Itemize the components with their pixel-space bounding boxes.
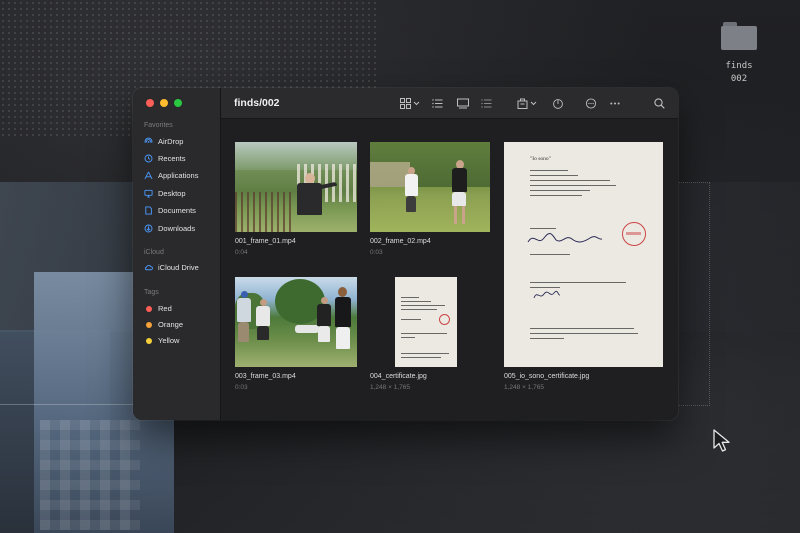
file-name[interactable]: 003_frame_03.mp4 (235, 373, 296, 380)
sidebar-section-favorites: Favorites (144, 122, 173, 129)
window-controls (146, 99, 182, 107)
tag-color-dot (146, 337, 152, 344)
sidebar-item-label: iCloud Drive (158, 263, 199, 272)
file-name[interactable]: 001_frame_01.mp4 (235, 238, 296, 245)
clock-icon (144, 154, 153, 163)
sidebar-item-label: Red (158, 304, 172, 313)
sidebar-item-label: Documents (158, 206, 196, 215)
grid-view-icon (400, 97, 411, 109)
download-icon (144, 224, 153, 233)
sidebar-item-recents[interactable]: Recents (144, 151, 214, 166)
file-duration: 0:03 (370, 249, 383, 256)
sidebar-tag-orange[interactable]: Orange (144, 317, 214, 332)
search-icon (654, 97, 665, 109)
sidebar-item-label: Recents (158, 154, 186, 163)
desktop-folder[interactable]: finds 002 (712, 22, 766, 86)
gallery-view-icon (457, 98, 469, 108)
sidebar-item-label: Orange (158, 320, 184, 329)
more-icon (610, 101, 620, 105)
chevron-down-icon (413, 101, 420, 105)
tag-icon (585, 97, 597, 109)
gallery-view-button[interactable] (457, 97, 469, 109)
list-view-icon (432, 98, 443, 108)
sidebar-section-tags: Tags (144, 289, 159, 296)
file-thumbnail-video[interactable] (370, 142, 490, 232)
sidebar-item-desktop[interactable]: Desktop (144, 186, 214, 201)
folder-icon (721, 22, 757, 50)
column-view-button[interactable] (481, 97, 492, 109)
tag-button[interactable] (585, 97, 597, 109)
search-button[interactable] (654, 97, 665, 109)
share-button[interactable] (552, 97, 564, 109)
toolbar: finds/002 (221, 88, 678, 119)
more-button[interactable] (609, 97, 621, 109)
group-icon (517, 98, 528, 109)
sidebar-item-downloads[interactable]: Downloads (144, 221, 214, 236)
chevron-down-icon (530, 101, 537, 105)
file-thumbnail-video[interactable] (235, 277, 357, 367)
column-view-icon (481, 98, 492, 108)
sidebar-item-label: AirDrop (158, 137, 184, 146)
file-thumbnail-video[interactable] (235, 142, 357, 232)
airdrop-icon (144, 137, 153, 144)
sidebar-item-documents[interactable]: Documents (144, 203, 214, 218)
close-button[interactable] (146, 99, 154, 107)
window-title: finds/002 (234, 97, 280, 109)
file-dimensions: 1,248 × 1,765 (370, 384, 410, 391)
desktop-pixel-pattern (40, 420, 140, 530)
finder-window: Favorites AirDrop Recents Applications D… (133, 88, 678, 420)
file-thumbnail-image[interactable]: "Io sono" (504, 142, 663, 367)
sidebar-item-label: Downloads (158, 224, 196, 233)
sidebar-item-airdrop[interactable]: AirDrop (144, 134, 214, 149)
document-heading: "Io sono" (530, 156, 551, 162)
file-name[interactable]: 005_io_sono_certificate.jpg (504, 373, 589, 380)
file-name[interactable]: 002_frame_02.mp4 (370, 238, 431, 245)
group-button[interactable] (517, 97, 537, 109)
file-duration: 0:04 (235, 249, 248, 256)
share-icon (553, 98, 563, 109)
sidebar-section-icloud: iCloud (144, 249, 164, 256)
view-options-button[interactable] (400, 97, 420, 109)
sidebar: Favorites AirDrop Recents Applications D… (133, 88, 221, 420)
document-icon (145, 206, 152, 215)
file-thumbnail-image[interactable] (395, 277, 457, 367)
sidebar-item-icloud-drive[interactable]: iCloud Drive (144, 260, 214, 275)
sidebar-item-label: Desktop (158, 189, 186, 198)
desktop-icon (144, 189, 153, 198)
sidebar-item-applications[interactable]: Applications (144, 168, 214, 183)
sidebar-item-label: Yellow (158, 336, 180, 345)
cloud-icon (144, 264, 153, 271)
file-grid: 001_frame_01.mp4 0:04 002_frame_02.mp4 0… (221, 119, 678, 420)
tag-color-dot (146, 321, 152, 328)
list-view-button[interactable] (432, 97, 443, 109)
applications-icon (144, 171, 153, 180)
sidebar-tag-yellow[interactable]: Yellow (144, 333, 214, 348)
mouse-cursor-icon (713, 429, 730, 452)
minimize-button[interactable] (160, 99, 168, 107)
desktop-folder-label: finds 002 (725, 61, 753, 84)
file-dimensions: 1,248 × 1,765 (504, 384, 544, 391)
tag-color-dot (146, 305, 152, 312)
file-name[interactable]: 004_certificate.jpg (370, 373, 427, 380)
sidebar-tag-red[interactable]: Red (144, 301, 214, 316)
sidebar-item-label: Applications (158, 171, 199, 180)
zoom-button[interactable] (174, 99, 182, 107)
file-duration: 0:03 (235, 384, 248, 391)
